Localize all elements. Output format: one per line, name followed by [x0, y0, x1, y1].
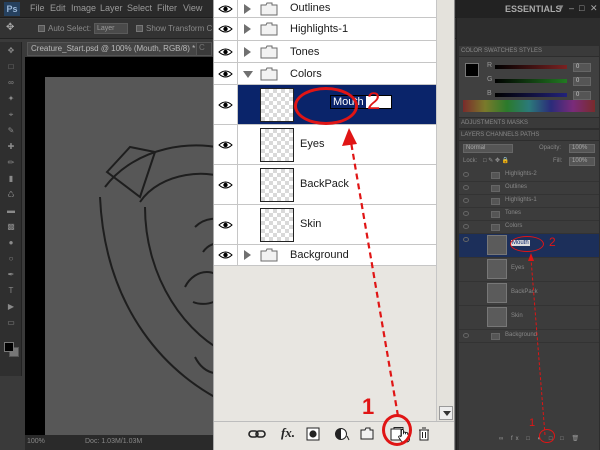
workspace-bar: ESSENTIALS ▼ – □ ✕ [457, 0, 600, 18]
blue-slider[interactable] [495, 93, 567, 97]
menu-layer[interactable]: Layer [100, 3, 123, 13]
layers-panel-tabs[interactable]: LAYERS CHANNELS PATHS [459, 130, 599, 140]
red-slider[interactable] [495, 65, 567, 69]
eraser-tool-icon[interactable]: ▬ [5, 206, 17, 216]
layers-panel-zoomed: Outlines Highlights-1 Tones Colors Mouth… [213, 0, 455, 450]
maximize-icon[interactable]: □ [579, 3, 584, 13]
workspace-switcher[interactable]: ESSENTIALS [505, 4, 562, 14]
stamp-tool-icon[interactable]: ▮ [5, 174, 17, 184]
minimize-icon[interactable]: – [569, 3, 574, 13]
color-panel-tabs[interactable]: COLOR SWATCHES STYLES [459, 46, 599, 56]
menu-view[interactable]: View [183, 3, 202, 13]
workspace-dropdown-icon[interactable]: ▼ [557, 3, 565, 12]
doc-size: Doc: 1.03M/1.03M [85, 438, 143, 445]
magic-wand-icon[interactable]: ✦ [5, 94, 17, 104]
green-slider-row[interactable]: G 0 [487, 76, 597, 86]
auto-select-checkbox[interactable] [38, 25, 45, 32]
pen-tool-icon[interactable]: ✒ [5, 270, 17, 280]
annotation-arrow [342, 128, 400, 417]
green-value[interactable]: 0 [573, 77, 591, 86]
auto-select-dropdown[interactable]: Layer [94, 23, 128, 34]
show-transform-checkbox[interactable] [136, 25, 143, 32]
red-slider-row[interactable]: R 0 [487, 62, 597, 72]
show-transform-label: Show Transform Controls [146, 24, 212, 33]
zoom-level[interactable]: 100% [27, 438, 45, 445]
document-tab[interactable]: Creature_Start.psd @ 100% (Mouth, RGB/8)… [27, 42, 212, 56]
dodge-tool-icon[interactable]: ○ [5, 254, 17, 264]
gradient-tool-icon[interactable]: ▩ [5, 222, 17, 232]
menu-file[interactable]: File [30, 3, 45, 13]
move-tool-icon: ✥ [6, 22, 15, 33]
eyedropper-icon[interactable]: ✎ [5, 126, 17, 136]
lasso-tool-icon[interactable]: ∞ [5, 78, 17, 88]
marquee-tool-icon[interactable]: □ [5, 62, 17, 72]
menu-filter[interactable]: Filter [157, 3, 177, 13]
canvas[interactable] [45, 77, 215, 435]
mini-layers-panel: Normal Opacity: 100% Lock: □ ✎ ✥ 🔒 Fill:… [459, 141, 599, 450]
color-spectrum[interactable] [463, 100, 595, 112]
blur-tool-icon[interactable]: ● [5, 238, 17, 248]
green-slider[interactable] [495, 79, 567, 83]
creature-line-art [99, 144, 215, 399]
brush-tool-icon[interactable]: ✏ [5, 158, 17, 168]
shape-tool-icon[interactable]: ▭ [5, 318, 17, 328]
healing-brush-icon[interactable]: ✚ [5, 142, 17, 152]
toolbox: ✥ □ ∞ ✦ ⌖ ✎ ✚ ✏ ▮ ♺ ▬ ▩ ● ○ ✒ T ▶ ▭ [0, 42, 22, 376]
annotation-oval-new-layer [382, 414, 412, 446]
annotation-step-1: 1 [362, 394, 375, 419]
menu-select[interactable]: Select [127, 3, 152, 13]
second-document-tab[interactable]: C [196, 42, 212, 56]
fg-color-chip[interactable] [465, 63, 479, 77]
adjustments-panel-tabs[interactable]: ADJUSTMENTS MASKS [459, 118, 599, 128]
mini-annotation-oval-1 [539, 429, 555, 443]
mini-annotation-arrow [528, 253, 546, 436]
status-bar: 100% Doc: 1.03M/1.03M [25, 435, 215, 450]
blue-slider-row[interactable]: B 0 [487, 90, 597, 100]
mini-annotation-step-1: 1 [529, 417, 536, 429]
photoshop-logo-icon: Ps [4, 2, 20, 16]
history-brush-icon[interactable]: ♺ [5, 190, 17, 200]
path-select-icon[interactable]: ▶ [5, 302, 17, 312]
auto-select-label: Auto Select: [48, 24, 92, 33]
menu-image[interactable]: Image [71, 3, 96, 13]
type-tool-icon[interactable]: T [5, 286, 17, 296]
right-panel-dock: ESSENTIALS ▼ – □ ✕ COLOR SWATCHES STYLES… [456, 0, 600, 450]
crop-tool-icon[interactable]: ⌖ [5, 110, 17, 120]
move-tool-icon[interactable]: ✥ [5, 46, 17, 56]
menu-edit[interactable]: Edit [50, 3, 66, 13]
canvas-area[interactable] [25, 57, 215, 435]
close-icon[interactable]: ✕ [590, 3, 598, 14]
red-value[interactable]: 0 [573, 63, 591, 72]
blue-value[interactable]: 0 [573, 91, 591, 100]
foreground-color-swatch[interactable] [4, 342, 14, 352]
